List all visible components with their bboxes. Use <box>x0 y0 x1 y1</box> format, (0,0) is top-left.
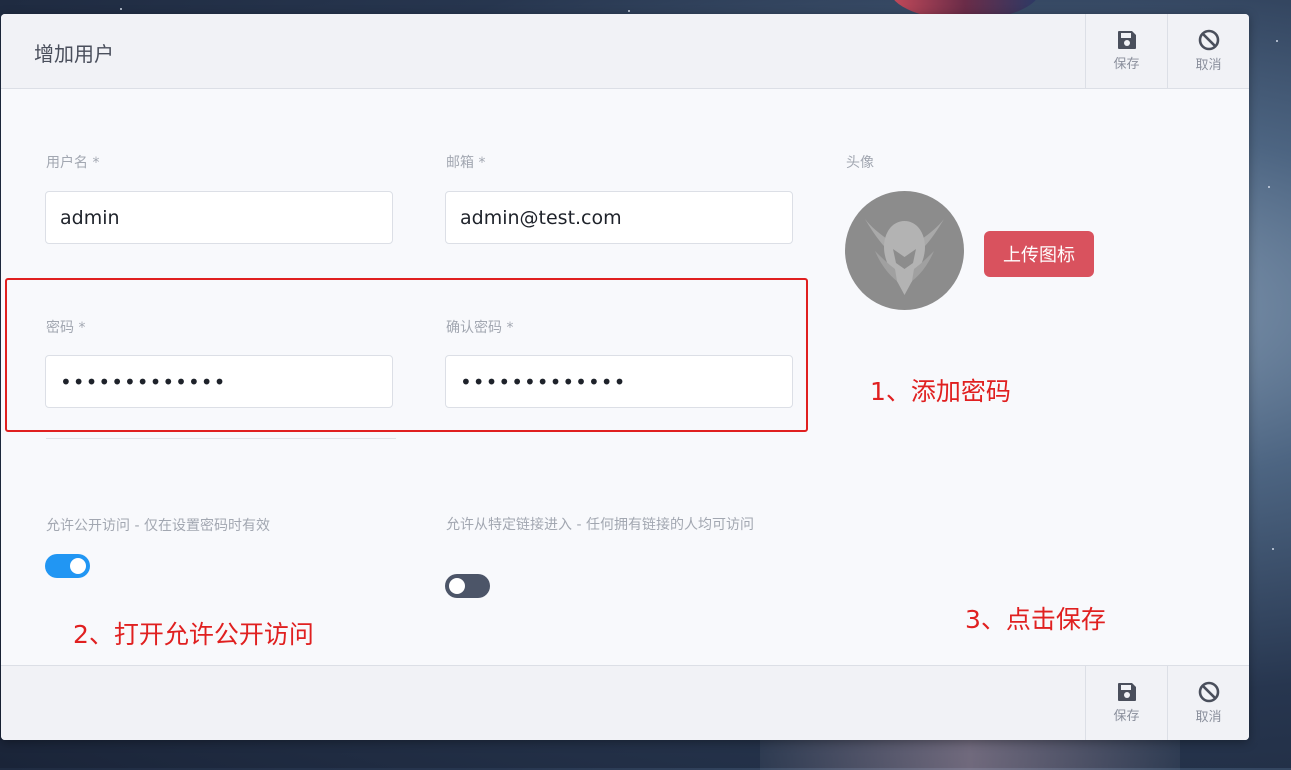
toggle-knob <box>449 578 465 594</box>
link-access-toggle[interactable] <box>445 574 490 598</box>
cancel-icon <box>1198 681 1219 703</box>
header-actions: 保存 取消 <box>1085 14 1249 88</box>
email-label: 邮箱 * <box>446 155 486 171</box>
background-star <box>628 10 630 12</box>
cancel-icon <box>1198 29 1219 51</box>
annotation-step3: 3、点击保存 <box>965 605 1106 634</box>
toggle-knob <box>70 558 86 574</box>
password-highlight-box <box>5 278 808 432</box>
dialog-title: 增加用户 <box>34 42 114 66</box>
save-icon <box>1117 31 1136 49</box>
public-access-toggle[interactable] <box>45 554 90 578</box>
cancel-button[interactable]: 取消 <box>1167 14 1249 88</box>
avatar-emblem-icon <box>865 219 944 295</box>
email-input[interactable] <box>445 191 793 244</box>
dialog-footer: 保存 取消 <box>1 665 1249 740</box>
username-label: 用户名 * <box>46 155 100 171</box>
footer-actions: 保存 取消 <box>1085 666 1249 740</box>
link-access-label: 允许从特定链接进入 - 任何拥有链接的人均可访问 <box>446 517 754 533</box>
background-star <box>1268 186 1270 188</box>
background-star <box>120 8 122 10</box>
save-button-label: 保存 <box>1113 709 1140 724</box>
save-button-label: 保存 <box>1113 57 1140 72</box>
divider <box>46 438 396 439</box>
background-star <box>1272 548 1274 550</box>
dialog-header: 增加用户 保存 取消 <box>1 14 1249 89</box>
avatar <box>845 191 964 310</box>
cancel-button[interactable]: 取消 <box>1167 666 1249 740</box>
username-input[interactable] <box>45 191 393 244</box>
cancel-button-label: 取消 <box>1195 710 1222 725</box>
save-icon <box>1117 683 1136 701</box>
avatar-label: 头像 <box>846 155 874 171</box>
public-access-label: 允许公开访问 - 仅在设置密码时有效 <box>46 518 270 534</box>
save-button[interactable]: 保存 <box>1085 666 1167 740</box>
cancel-button-label: 取消 <box>1195 58 1222 73</box>
annotation-step2: 2、打开允许公开访问 <box>73 620 314 649</box>
annotation-step1: 1、添加密码 <box>870 377 1011 406</box>
upload-avatar-button[interactable]: 上传图标 <box>984 231 1094 277</box>
background-star <box>1276 40 1278 42</box>
save-button[interactable]: 保存 <box>1085 14 1167 88</box>
